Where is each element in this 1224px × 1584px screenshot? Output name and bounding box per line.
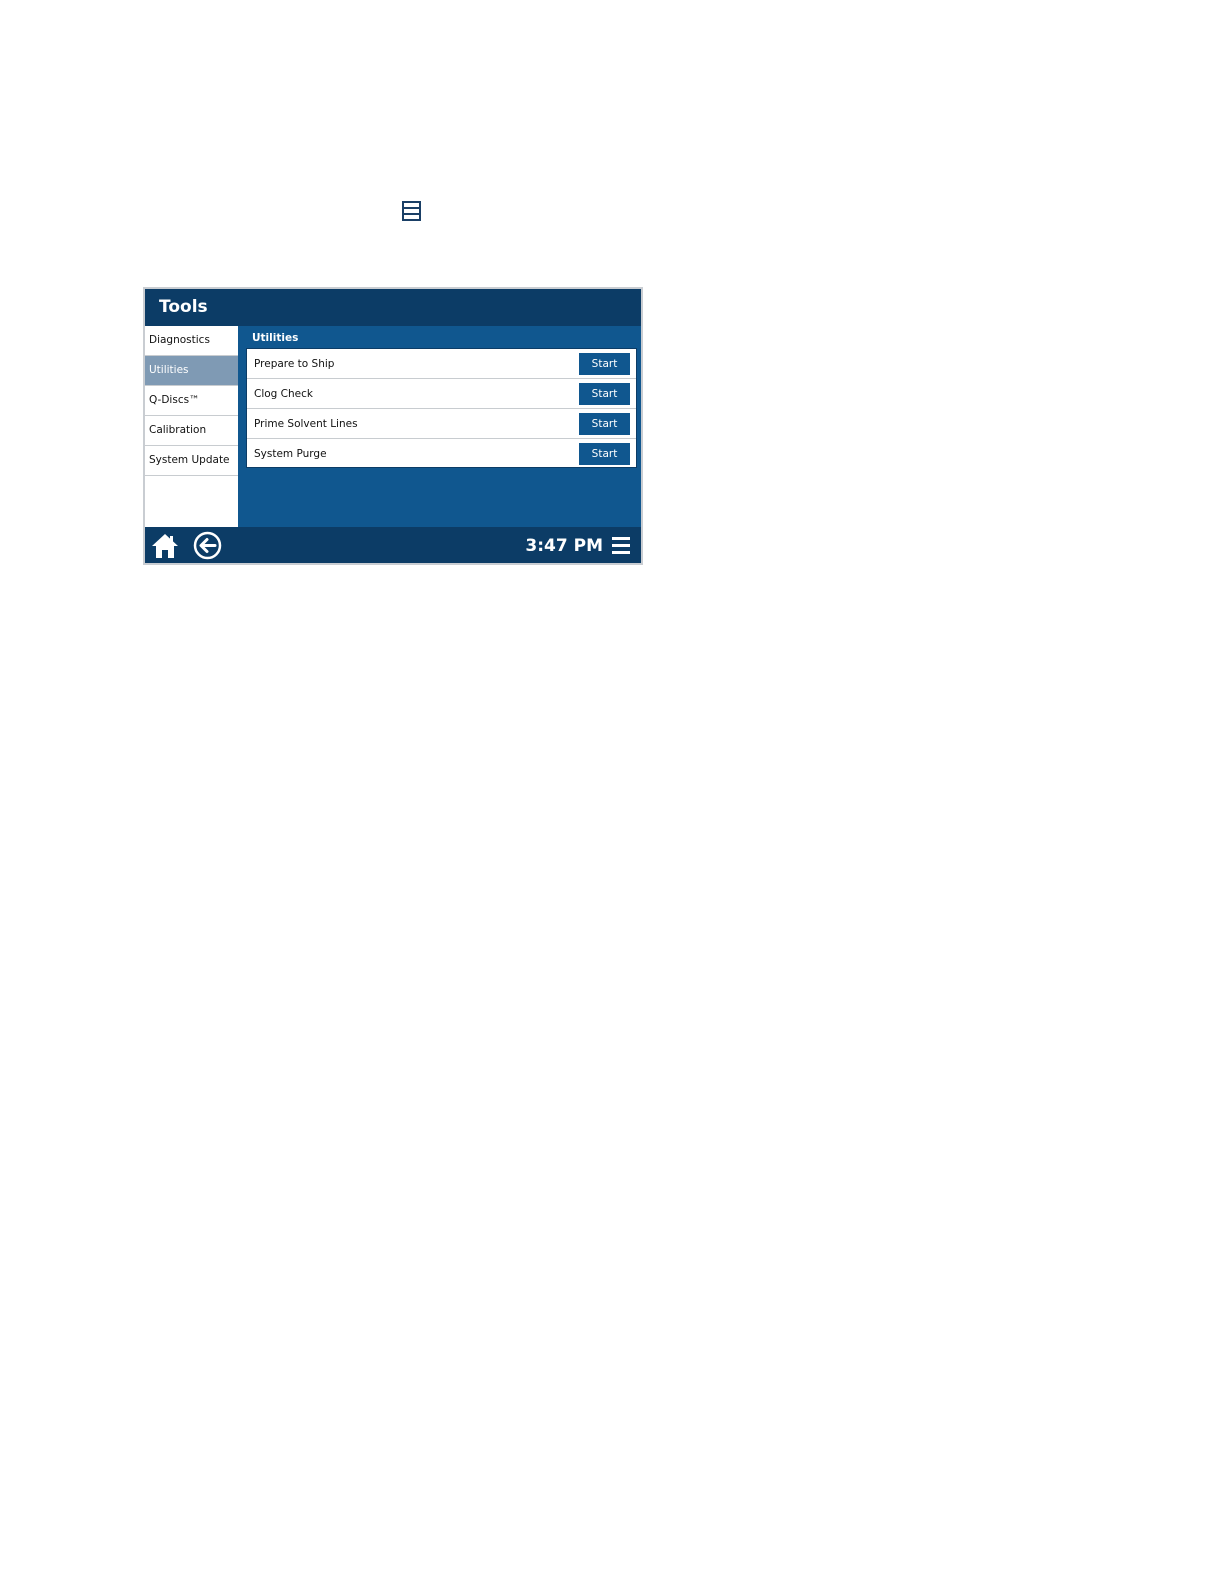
menu-icon[interactable] <box>612 537 630 554</box>
utility-label-prepare-to-ship: Prepare to Ship <box>254 357 335 370</box>
section-title: Utilities <box>252 332 299 344</box>
list-item: Prepare to Ship Start <box>247 349 636 379</box>
start-button-prepare-to-ship[interactable]: Start <box>579 352 630 375</box>
menu-icon <box>402 201 421 221</box>
utilities-list: Prepare to Ship Start Clog Check Start P… <box>246 348 637 468</box>
utility-label-prime-solvent-lines: Prime Solvent Lines <box>254 417 358 430</box>
sidebar: Diagnostics Utilities Q-Discs™ Calibrati… <box>145 326 238 527</box>
start-button-clog-check[interactable]: Start <box>579 382 630 405</box>
list-item: System Purge Start <box>247 439 636 469</box>
sidebar-item-diagnostics[interactable]: Diagnostics <box>145 326 238 356</box>
utility-label-clog-check: Clog Check <box>254 387 313 400</box>
footer-bar: 3:47 PM <box>145 527 641 563</box>
sidebar-item-utilities[interactable]: Utilities <box>145 356 238 386</box>
start-button-prime-solvent-lines[interactable]: Start <box>579 412 630 435</box>
main-panel: Utilities Prepare to Ship Start Clog Che… <box>238 326 641 527</box>
tools-screen: Tools Diagnostics Utilities Q-Discs™ Cal… <box>143 287 643 565</box>
document-page: Tools Diagnostics Utilities Q-Discs™ Cal… <box>0 0 1224 1584</box>
home-icon[interactable] <box>151 532 179 560</box>
utility-label-system-purge: System Purge <box>254 448 327 460</box>
clock: 3:47 PM <box>525 536 603 556</box>
list-item: Prime Solvent Lines Start <box>247 409 636 439</box>
page-title: Tools <box>145 289 641 326</box>
sidebar-item-q-discs[interactable]: Q-Discs™ <box>145 386 238 416</box>
back-arrow-icon[interactable] <box>193 531 222 560</box>
sidebar-item-system-update[interactable]: System Update <box>145 446 238 476</box>
sidebar-item-calibration[interactable]: Calibration <box>145 416 238 446</box>
start-button-system-purge[interactable]: Start <box>579 443 630 465</box>
list-item: Clog Check Start <box>247 379 636 409</box>
